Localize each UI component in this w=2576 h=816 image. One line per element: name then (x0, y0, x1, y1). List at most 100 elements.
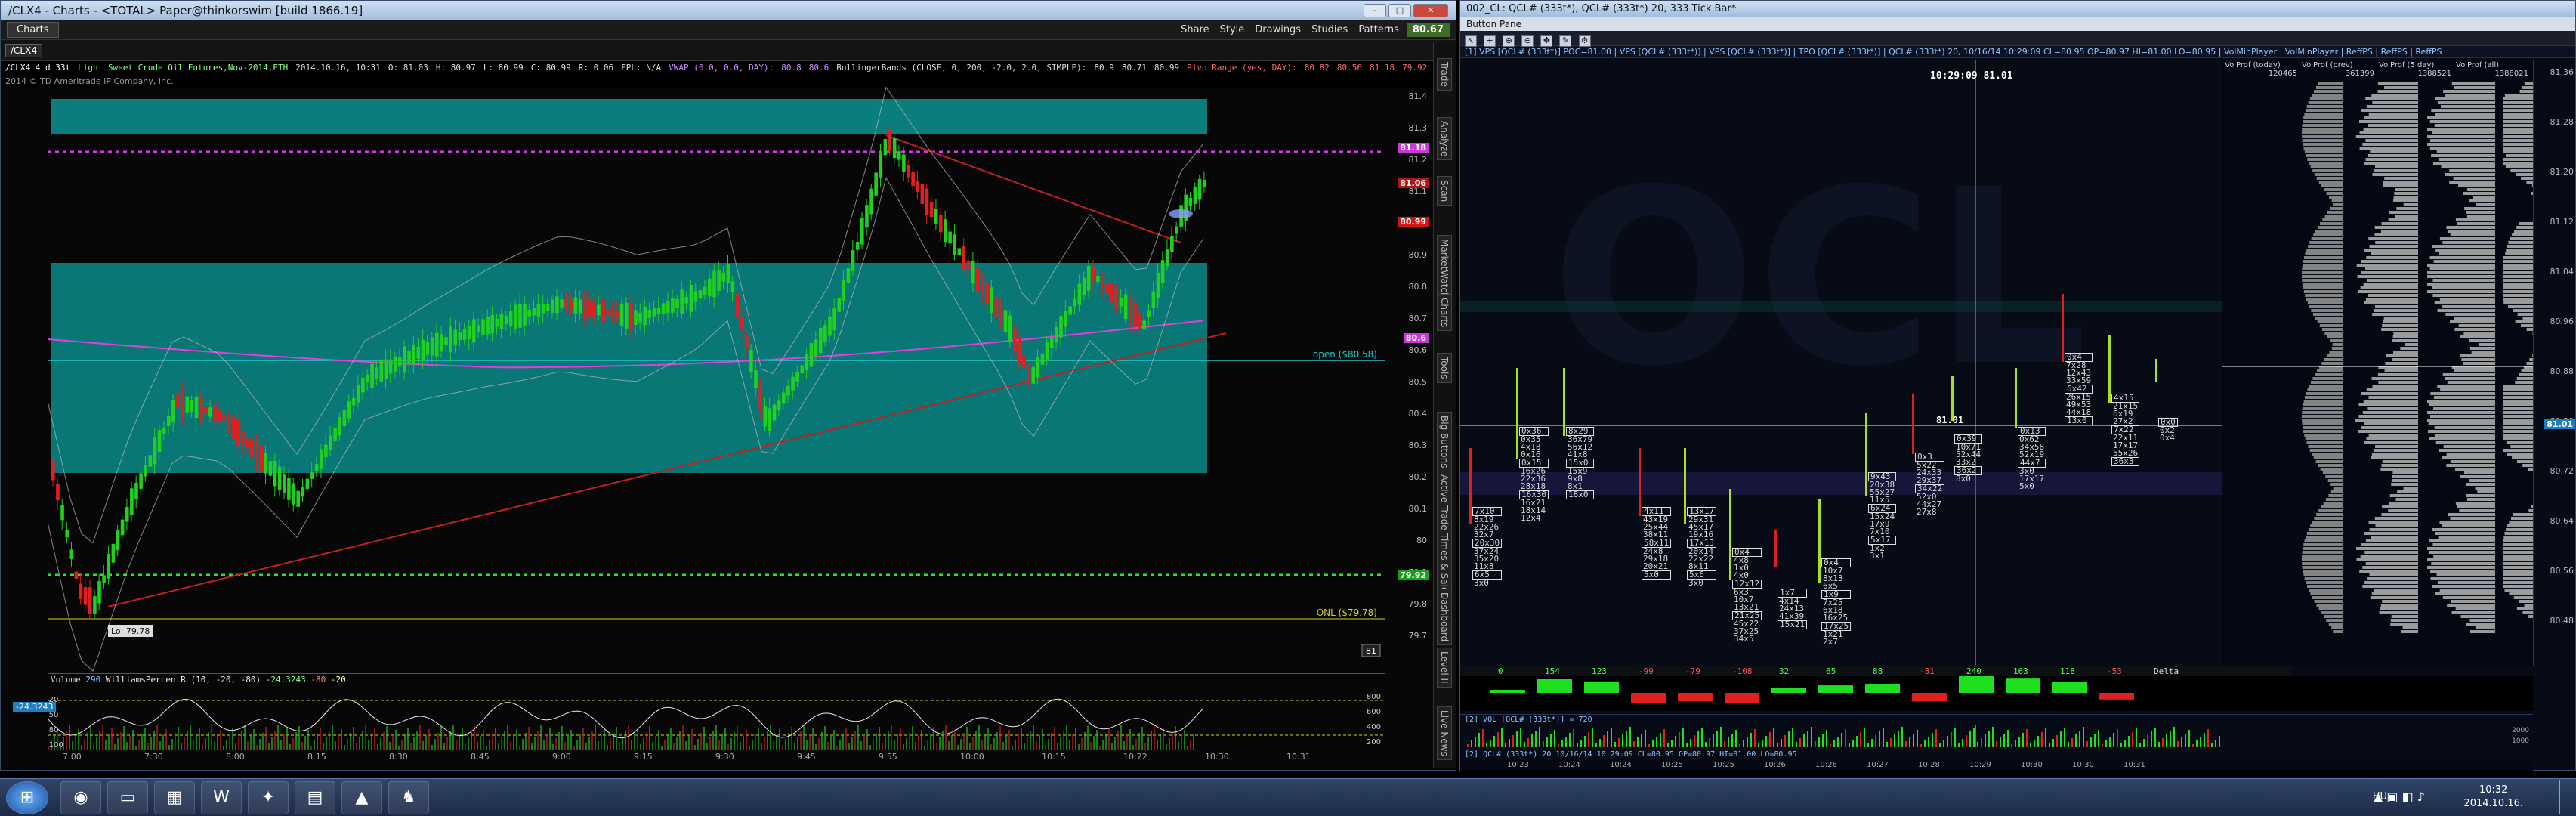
volume-bar (323, 743, 324, 750)
vp-bar (2329, 351, 2343, 354)
zoom-out-icon[interactable]: ⊖ (1521, 35, 1534, 47)
volume-bar (909, 732, 910, 750)
vp-bar (2447, 381, 2495, 384)
vp-bar (2503, 256, 2533, 259)
side-tab[interactable]: Charts (1437, 294, 1452, 332)
side-tab[interactable]: Tools (1437, 353, 1452, 383)
price-chart[interactable]: open ($80.58) ONL ($79.78) Lo: 79.78 81 (48, 76, 1385, 673)
volume-bar (226, 740, 227, 750)
symbol-input[interactable]: /CLX4 (5, 43, 42, 57)
show-desktop-button[interactable] (2559, 780, 2570, 814)
volume-bar (428, 729, 430, 750)
window-titlebar[interactable]: /CLX4 - Charts - <TOTAL> Paper@thinkorsw… (1, 1, 1456, 20)
side-tab[interactable]: MarketWatch (1437, 235, 1452, 302)
tray-icons[interactable]: ▲ ▣ ◧ ♪ (2374, 790, 2425, 804)
vp-bar (2312, 453, 2343, 456)
lower-study-pane[interactable]: Volume 290 WilliamsPercentR (10, -20, -8… (46, 673, 1385, 755)
candle (564, 298, 568, 308)
drawings-button[interactable]: Drawings (1255, 24, 1301, 36)
draw-icon[interactable]: ✎ (1559, 35, 1572, 47)
share-button[interactable]: Share (1181, 24, 1209, 36)
side-tab[interactable]: Trade (1437, 58, 1452, 91)
side-tab[interactable]: Analyze (1437, 117, 1452, 161)
candle (680, 289, 684, 314)
study-header-item: 80.82 (1304, 63, 1330, 73)
ninjatrader-icon[interactable]: ✦ (248, 781, 289, 814)
calendar-icon[interactable]: ▦ (154, 781, 195, 814)
vp-bar (2516, 607, 2533, 610)
delta-bar (1725, 693, 1759, 703)
side-tab[interactable]: Big Buttons (1437, 412, 1452, 472)
footprint-bar: 0x4 7x28 12x43 33x59 6x42 26x15 49x53 44x18 13x0 (2065, 353, 2093, 425)
vp-bar (2466, 483, 2495, 486)
chart-app-icon[interactable]: ▤ (295, 781, 335, 814)
vp-bar (2428, 551, 2495, 554)
vp-bar (2503, 385, 2533, 388)
explorer-icon[interactable]: ▭ (107, 781, 148, 814)
fp-time-label: 10:23 (1507, 761, 1529, 769)
side-tab[interactable]: Scan (1437, 176, 1452, 206)
style-button[interactable]: Style (1220, 24, 1245, 36)
crosshair-icon[interactable]: + (1484, 35, 1496, 47)
candle (939, 215, 943, 233)
volume-bar (359, 737, 360, 750)
volume-bar (604, 729, 605, 750)
time-label: 8:45 (471, 752, 490, 762)
pan-icon[interactable]: ✥ (1540, 35, 1553, 47)
vp-bar (2503, 116, 2533, 119)
volume-bar (217, 736, 218, 750)
pointer-icon[interactable]: ↖ (1465, 35, 1477, 47)
volume-pane[interactable]: [2] VOL [QCL# (333t*)] = 720 2000 1000 [2… (1460, 714, 2533, 759)
footprint-candle (1516, 368, 1518, 459)
minimize-button[interactable]: – (1364, 4, 1386, 17)
zoom-in-icon[interactable]: ⊕ (1503, 35, 1515, 47)
vp-bar (2503, 113, 2533, 116)
settings-icon[interactable]: ⚙ (1578, 35, 1591, 47)
footprint-bar: 0x0 0x2 0x4 (2158, 418, 2178, 442)
candle (717, 270, 721, 291)
volume-bar (280, 740, 282, 750)
candle (1156, 272, 1160, 299)
footprint-titlebar[interactable]: 002_CL: QCL# (333t*), QCL# (333t*) 20, 3… (1460, 1, 2575, 17)
candle (203, 407, 208, 414)
studies-button[interactable]: Studies (1311, 24, 1348, 36)
candle (1027, 366, 1030, 379)
fp-time-label: 10:24 (1558, 761, 1580, 769)
side-tab[interactable]: Dashboard (1437, 589, 1452, 646)
patterns-button[interactable]: Patterns (1358, 24, 1399, 36)
vp-bar (2395, 498, 2418, 501)
candle (624, 302, 629, 329)
time-label: 8:00 (226, 752, 245, 762)
volume-bar (740, 742, 741, 750)
tab-charts[interactable]: Charts (7, 22, 59, 38)
vp-bar (2303, 120, 2343, 123)
maximize-button[interactable]: □ (1388, 4, 1411, 17)
volume-bar (743, 736, 744, 750)
vp-bar (2304, 539, 2343, 542)
side-tab[interactable]: Active Trader (1437, 471, 1452, 538)
button-pane-label[interactable]: Button Pane (1466, 19, 1521, 29)
app-icon[interactable]: ♞ (388, 781, 429, 814)
close-button[interactable]: ✕ (1413, 4, 1448, 17)
chrome-icon[interactable]: ◉ (60, 781, 101, 814)
thinkorswim-icon[interactable]: ▲ (341, 781, 382, 814)
volume-bar (422, 741, 424, 750)
vp-bar (2446, 453, 2495, 456)
system-clock[interactable]: 10:32 2014.10.16. (2463, 784, 2523, 811)
side-tab[interactable]: Live News (1437, 706, 1452, 760)
fp-price-tick: 81.20 (2550, 167, 2574, 177)
start-button[interactable]: ⊞ (6, 781, 48, 814)
vp-bar (2503, 407, 2533, 410)
volume-profile-pane[interactable]: VolProf (today) 120465 VolProf (prev) 36139… (2222, 60, 2533, 666)
candle (125, 507, 129, 522)
side-tab[interactable]: Level II (1437, 648, 1452, 688)
last-price-badge: 80.67 (1406, 23, 1450, 37)
vp-bar (2437, 385, 2495, 388)
vp-bar (2442, 305, 2495, 308)
volume-bar (162, 735, 164, 750)
vp-bar (2303, 547, 2343, 550)
footprint-chart[interactable]: OCL 10:29:09 81.01 81.01 7x10 8x19 22x26 32… (1460, 60, 2222, 666)
volume-bar (981, 740, 983, 750)
word-icon[interactable]: W (201, 781, 242, 814)
volume-bar (498, 743, 499, 750)
